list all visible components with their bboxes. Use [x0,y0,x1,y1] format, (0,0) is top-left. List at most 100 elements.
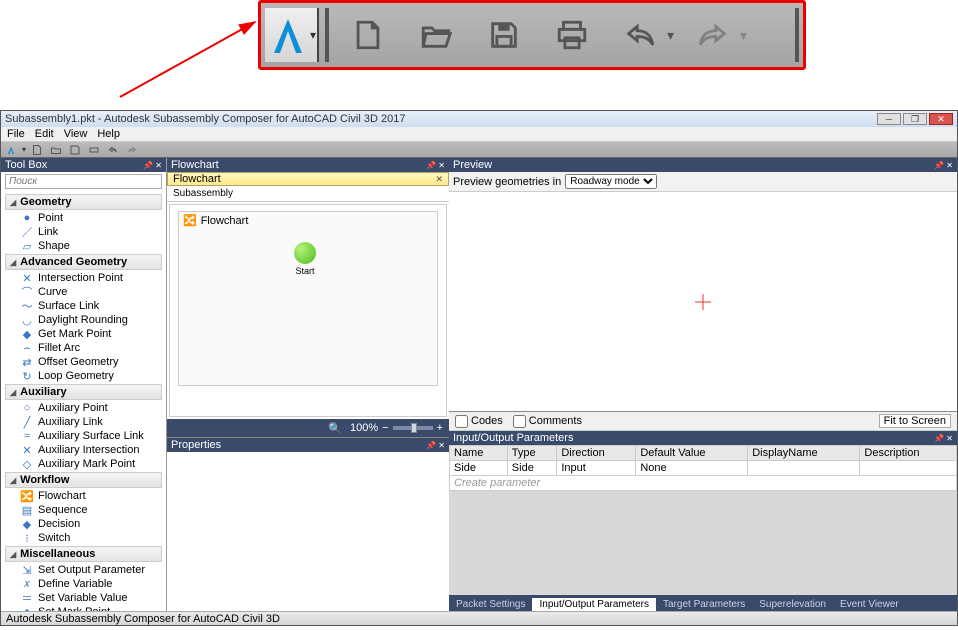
open-icon[interactable] [407,11,465,59]
tool-icon: 🔀 [21,490,33,502]
close-tab-icon[interactable]: ✕ [435,174,443,185]
tool-switch[interactable]: ⁝Switch [1,531,166,545]
tool-icon: ≈ [21,430,33,442]
tool-icon: ◆ [21,518,33,530]
col-header[interactable]: Type [507,446,557,461]
col-header[interactable]: Direction [557,446,636,461]
tool-surface-link[interactable]: ～Surface Link [1,299,166,313]
tool-daylight-rounding[interactable]: ◡Daylight Rounding [1,313,166,327]
create-parameter-row[interactable]: Create parameter [450,476,957,491]
tool-shape[interactable]: ▱Shape [1,239,166,253]
tool-loop-geometry[interactable]: ↻Loop Geometry [1,369,166,383]
close-button[interactable]: ✕ [929,113,953,125]
tool-auxiliary-surface-link[interactable]: ≈Auxiliary Surface Link [1,429,166,443]
qat-save-icon[interactable] [67,143,83,157]
qat-undo-icon[interactable] [105,143,121,157]
tool-auxiliary-link[interactable]: ╱Auxiliary Link [1,415,166,429]
menu-edit[interactable]: Edit [35,128,54,140]
start-node[interactable]: Start [294,242,316,276]
tool-icon: ⌢ [21,342,33,354]
crosshair-icon [695,294,711,310]
toolbox-title: Tool Box [5,159,47,171]
tool-intersection-point[interactable]: ✕Intersection Point [1,271,166,285]
menu-view[interactable]: View [64,128,88,140]
io-grid[interactable]: NameTypeDirectionDefault ValueDisplayNam… [449,445,957,491]
pin-icon[interactable]: 📌 ✕ [934,161,953,170]
tool-define-variable[interactable]: 𝑥Define Variable [1,577,166,591]
col-header[interactable]: Default Value [636,446,748,461]
zoom-slider[interactable] [393,426,433,430]
tool-decision[interactable]: ◆Decision [1,517,166,531]
menu-file[interactable]: File [7,128,25,140]
qat-print-icon[interactable] [86,143,102,157]
category-advanced-geometry[interactable]: ◢Advanced Geometry [5,254,162,270]
redo-icon[interactable] [684,11,742,59]
tool-link[interactable]: ／Link [1,225,166,239]
preview-canvas[interactable] [449,192,957,411]
toolbox-search-input[interactable] [5,174,162,189]
preview-mode-select[interactable]: Roadway mode [565,174,657,189]
tab-input-output-parameters[interactable]: Input/Output Parameters [532,598,656,611]
new-icon[interactable] [339,11,397,59]
category-miscellaneous[interactable]: ◢Miscellaneous [5,546,162,562]
tool-curve[interactable]: ⌒Curve [1,285,166,299]
print-icon[interactable] [543,11,601,59]
table-row[interactable]: SideSideInputNone [450,461,957,476]
pin-icon[interactable]: 📌 ✕ [934,434,953,443]
tool-icon: ⇲ [21,564,33,576]
tool-auxiliary-mark-point[interactable]: ◇Auxiliary Mark Point [1,457,166,471]
save-icon[interactable] [475,11,533,59]
tool-get-mark-point[interactable]: ◆Get Mark Point [1,327,166,341]
tab-superelevation[interactable]: Superelevation [752,598,833,611]
category-geometry[interactable]: ◢Geometry [5,194,162,210]
start-node-label: Start [294,266,316,276]
tab-event-viewer[interactable]: Event Viewer [833,598,906,611]
minimize-button[interactable]: ─ [877,113,901,125]
pin-icon[interactable]: 📌 ✕ [426,161,445,170]
status-text: Autodesk Subassembly Composer for AutoCA… [6,613,280,625]
tool-offset-geometry[interactable]: ⇄Offset Geometry [1,355,166,369]
codes-checkbox[interactable]: Codes [455,415,503,428]
flowchart-group[interactable]: 🔀Flowchart Start [178,211,438,386]
tool-icon: ◡ [21,314,33,326]
col-header[interactable]: DisplayName [748,446,860,461]
fit-to-screen-button[interactable]: Fit to Screen [879,414,951,428]
window-title: Subassembly1.pkt - Autodesk Subassembly … [5,113,877,125]
zoom-fit-icon[interactable]: 🔍 [328,422,342,435]
tool-auxiliary-intersection[interactable]: ✕Auxiliary Intersection [1,443,166,457]
qat-app-menu[interactable] [3,143,19,157]
pin-icon[interactable]: 📌 ✕ [143,161,162,170]
tool-auxiliary-point[interactable]: ○Auxiliary Point [1,401,166,415]
undo-icon[interactable] [611,11,669,59]
menu-help[interactable]: Help [97,128,120,140]
bottom-tabstrip: Packet SettingsInput/Output ParametersTa… [449,595,957,611]
category-workflow[interactable]: ◢Workflow [5,472,162,488]
tool-set-output-parameter[interactable]: ⇲Set Output Parameter [1,563,166,577]
app-window: Subassembly1.pkt - Autodesk Subassembly … [0,110,958,626]
tab-target-parameters[interactable]: Target Parameters [656,598,752,611]
pin-icon[interactable]: 📌 ✕ [426,441,445,450]
qat-new-icon[interactable] [29,143,45,157]
qat-redo-icon[interactable] [124,143,140,157]
tool-flowchart[interactable]: 🔀Flowchart [1,489,166,503]
flowchart-tab[interactable]: Flowchart✕ [167,172,449,186]
properties-panel: Properties📌 ✕ [167,438,449,611]
tool-icon: ⌒ [21,286,33,298]
col-header[interactable]: Name [450,446,508,461]
zoom-in-icon[interactable]: + [437,422,443,434]
tool-point[interactable]: ●Point [1,211,166,225]
comments-checkbox[interactable]: Comments [513,415,582,428]
tool-set-variable-value[interactable]: ＝Set Variable Value [1,591,166,605]
qat-open-icon[interactable] [48,143,64,157]
subassembly-breadcrumb[interactable]: Subassembly [167,186,449,202]
category-auxiliary[interactable]: ◢Auxiliary [5,384,162,400]
maximize-button[interactable]: ❐ [903,113,927,125]
tool-fillet-arc[interactable]: ⌢Fillet Arc [1,341,166,355]
tool-icon: ⁝ [21,532,33,544]
zoom-out-icon[interactable]: − [382,422,388,434]
tab-packet-settings[interactable]: Packet Settings [449,598,532,611]
col-header[interactable]: Description [860,446,957,461]
app-menu-button[interactable]: ▾ [265,8,319,62]
tool-sequence[interactable]: ▤Sequence [1,503,166,517]
flowchart-canvas[interactable]: 🔀Flowchart Start [169,204,447,417]
